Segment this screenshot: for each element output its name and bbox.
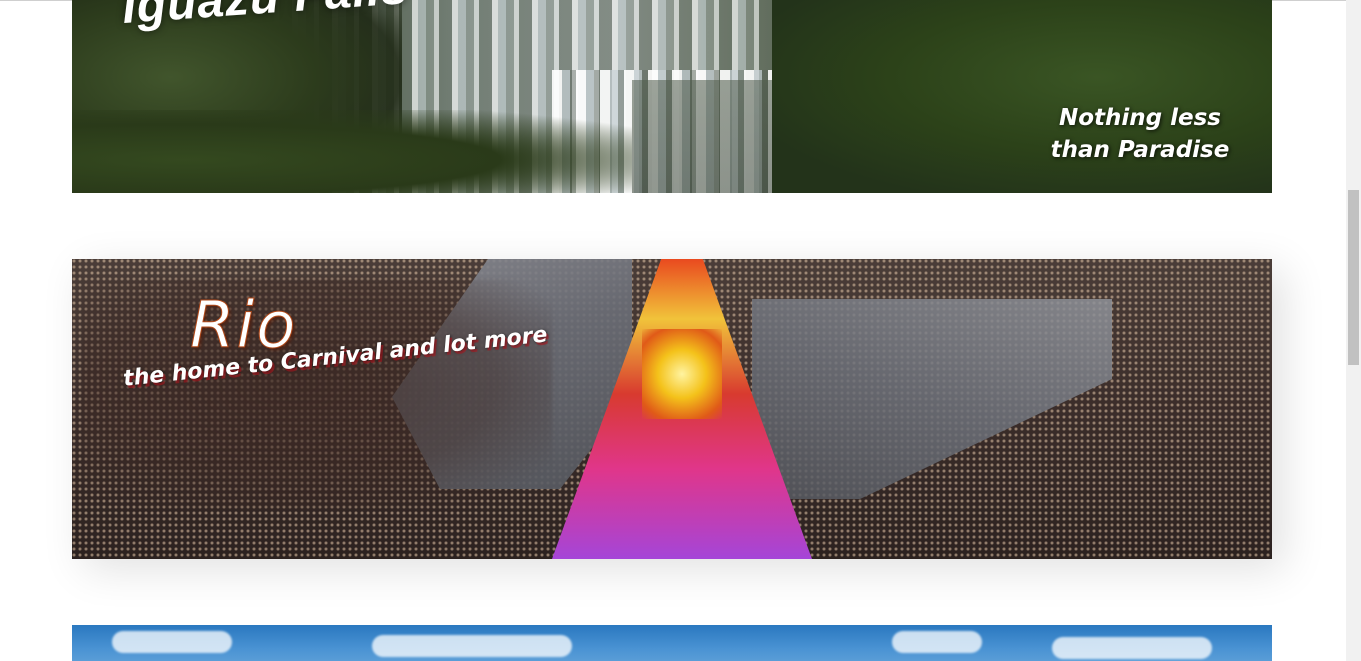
- cloud: [1052, 637, 1212, 659]
- cloud: [372, 635, 572, 657]
- banner-next[interactable]: [72, 625, 1272, 661]
- cloud: [892, 631, 982, 653]
- foliage-bottom: [72, 110, 632, 193]
- banner-rio[interactable]: Rio the home to Carnival and lot more: [72, 259, 1272, 559]
- banner-tagline: Nothing less than Paradise: [1050, 105, 1230, 163]
- waterfall-rock: [632, 80, 772, 193]
- page-content: Iguazu Falls Nothing less than Paradise …: [0, 0, 1346, 661]
- scrollbar-thumb[interactable]: [1348, 190, 1359, 365]
- cloud: [112, 631, 232, 653]
- carnival-float: [642, 329, 722, 419]
- banner-iguazu[interactable]: Iguazu Falls Nothing less than Paradise: [72, 0, 1272, 193]
- caption-backdrop: [82, 279, 552, 509]
- vertical-scrollbar[interactable]: [1346, 0, 1361, 661]
